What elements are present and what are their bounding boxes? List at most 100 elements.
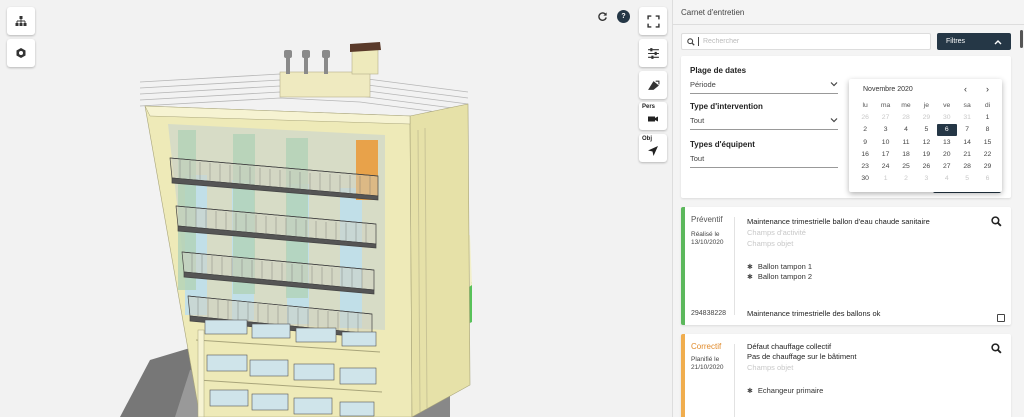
calendar-day[interactable]: 29: [977, 160, 997, 172]
perspective-label: Pers: [642, 104, 656, 110]
hierarchy-button[interactable]: [7, 7, 35, 35]
calendar-day[interactable]: 4: [937, 173, 957, 185]
equipment-type-label: Types d'équipent: [690, 140, 755, 149]
calendar-day[interactable]: 25: [896, 160, 916, 172]
date-range-value: Période: [690, 80, 716, 89]
perspective-camera-button[interactable]: Pers: [639, 102, 667, 130]
refresh-icon: [598, 12, 607, 21]
search-box[interactable]: [681, 33, 931, 50]
record-date: 21/10/2020: [691, 364, 724, 371]
view-record-button[interactable]: [986, 338, 1006, 358]
calendar-day[interactable]: 31: [957, 111, 977, 123]
maintenance-record[interactable]: Préventif Réalisé le 13/10/2020 Maintena…: [681, 207, 1011, 325]
calendar-day[interactable]: 5: [916, 124, 936, 136]
gear-icon: ✱: [747, 273, 753, 281]
calendar-day[interactable]: 9: [855, 136, 875, 148]
camera-icon: [648, 116, 658, 122]
equipment-item[interactable]: ✱ Ballon tampon 1: [747, 262, 812, 271]
layers-button[interactable]: [7, 39, 35, 67]
calendar-day[interactable]: 7: [957, 124, 977, 136]
weekday-label: lu: [862, 101, 868, 109]
view-record-button[interactable]: [986, 211, 1006, 231]
prev-month-button[interactable]: ‹: [964, 84, 967, 94]
calendar-day[interactable]: 4: [896, 124, 916, 136]
calendar-day[interactable]: 14: [957, 136, 977, 148]
calendar-day[interactable]: 30: [937, 111, 957, 123]
calendar-day[interactable]: 17: [875, 148, 895, 160]
weekday-label: ve: [943, 101, 951, 109]
record-checkbox[interactable]: [997, 314, 1005, 322]
refresh-button[interactable]: [596, 10, 609, 23]
calendar-day[interactable]: 18: [896, 148, 916, 160]
3d-viewer[interactable]: ? Pers Obj: [0, 0, 672, 417]
date-picker[interactable]: Novembre 2020 ‹ › lu ma me je ve sa di 26 27 28 29…: [849, 79, 1002, 192]
settings-button[interactable]: [639, 39, 667, 67]
equipment-item[interactable]: ✱ Echangeur primaire: [747, 386, 823, 395]
calendar-day[interactable]: 6: [977, 173, 997, 185]
equipment-item[interactable]: ✱ Ballon tampon 2: [747, 272, 812, 281]
calendar-day[interactable]: 3: [875, 124, 895, 136]
calendar-day[interactable]: 12: [916, 136, 936, 148]
panel-title: Carnet d'entretien: [681, 8, 745, 17]
calendar-day[interactable]: 2: [896, 173, 916, 185]
calendar-day[interactable]: 3: [916, 173, 936, 185]
calendar-day[interactable]: 22: [977, 148, 997, 160]
measure-button[interactable]: [639, 71, 667, 99]
navigation-arrow-icon: [648, 146, 658, 156]
calendar-day[interactable]: 5: [957, 173, 977, 185]
calendar-day[interactable]: 10: [875, 136, 895, 148]
calendar-day[interactable]: 1: [977, 111, 997, 123]
calendar-day[interactable]: 16: [855, 148, 875, 160]
calendar-day[interactable]: 1: [875, 173, 895, 185]
search-icon: [990, 215, 1002, 227]
calendar-day[interactable]: 21: [957, 148, 977, 160]
calendar-day[interactable]: 30: [855, 173, 875, 185]
calendar-day[interactable]: 11: [896, 136, 916, 148]
calendar-day[interactable]: 8: [977, 124, 997, 136]
maintenance-record[interactable]: Correctif Planifié le 21/10/2020 Défaut …: [681, 334, 1011, 417]
record-divider: [734, 217, 735, 315]
record-divider: [734, 344, 735, 417]
date-range-select[interactable]: Période: [690, 80, 838, 94]
calendar-day[interactable]: 28: [957, 160, 977, 172]
chevron-down-icon: [830, 118, 838, 123]
calendar-day[interactable]: 24: [875, 160, 895, 172]
calendar-day[interactable]: 19: [916, 148, 936, 160]
equipment-name: Ballon tampon 2: [757, 272, 813, 281]
search-input[interactable]: [703, 38, 923, 45]
intervention-type-select[interactable]: Tout: [690, 116, 838, 130]
calendar-day[interactable]: 26: [916, 160, 936, 172]
fullscreen-icon: [646, 14, 660, 28]
calendar-day[interactable]: 2: [855, 124, 875, 136]
calendar-day[interactable]: 20: [937, 148, 957, 160]
chevron-down-icon: [830, 82, 838, 87]
record-title: Défaut chauffage collectif: [747, 342, 832, 351]
help-icon: ?: [621, 13, 626, 20]
calendar-day[interactable]: 26: [855, 111, 875, 123]
record-type-bar: [681, 207, 685, 325]
calendar-day[interactable]: 13: [937, 136, 957, 148]
equipment-type-select[interactable]: Tout: [690, 154, 838, 168]
object-navigation-button[interactable]: Obj: [639, 134, 667, 162]
filters-button[interactable]: Filtres: [937, 33, 1011, 50]
sliders-icon: [647, 47, 659, 59]
measure-icon: [647, 80, 659, 90]
next-month-button[interactable]: ›: [986, 84, 989, 94]
fullscreen-button[interactable]: [639, 7, 667, 35]
calendar-day[interactable]: 27: [875, 111, 895, 123]
hierarchy-icon: [15, 16, 27, 26]
building-3d-model[interactable]: [0, 0, 672, 417]
intervention-type-value: Tout: [690, 116, 705, 125]
maintenance-log-panel: Carnet d'entretien Filtres Plage de date…: [672, 0, 1024, 417]
calendar-day-selected[interactable]: 6: [936, 123, 957, 136]
panel-scrollbar[interactable]: [1020, 30, 1023, 48]
calendar-day[interactable]: 29: [916, 111, 936, 123]
weekday-label: sa: [963, 101, 971, 109]
calendar-day[interactable]: 15: [977, 136, 997, 148]
calendar-day[interactable]: 27: [937, 160, 957, 172]
equipment-type-value: Tout: [690, 154, 705, 163]
calendar-day[interactable]: 23: [855, 160, 875, 172]
calendar-day[interactable]: 28: [896, 111, 916, 123]
object-field-placeholder: Champs objet: [747, 239, 794, 248]
help-button[interactable]: ?: [617, 10, 630, 23]
